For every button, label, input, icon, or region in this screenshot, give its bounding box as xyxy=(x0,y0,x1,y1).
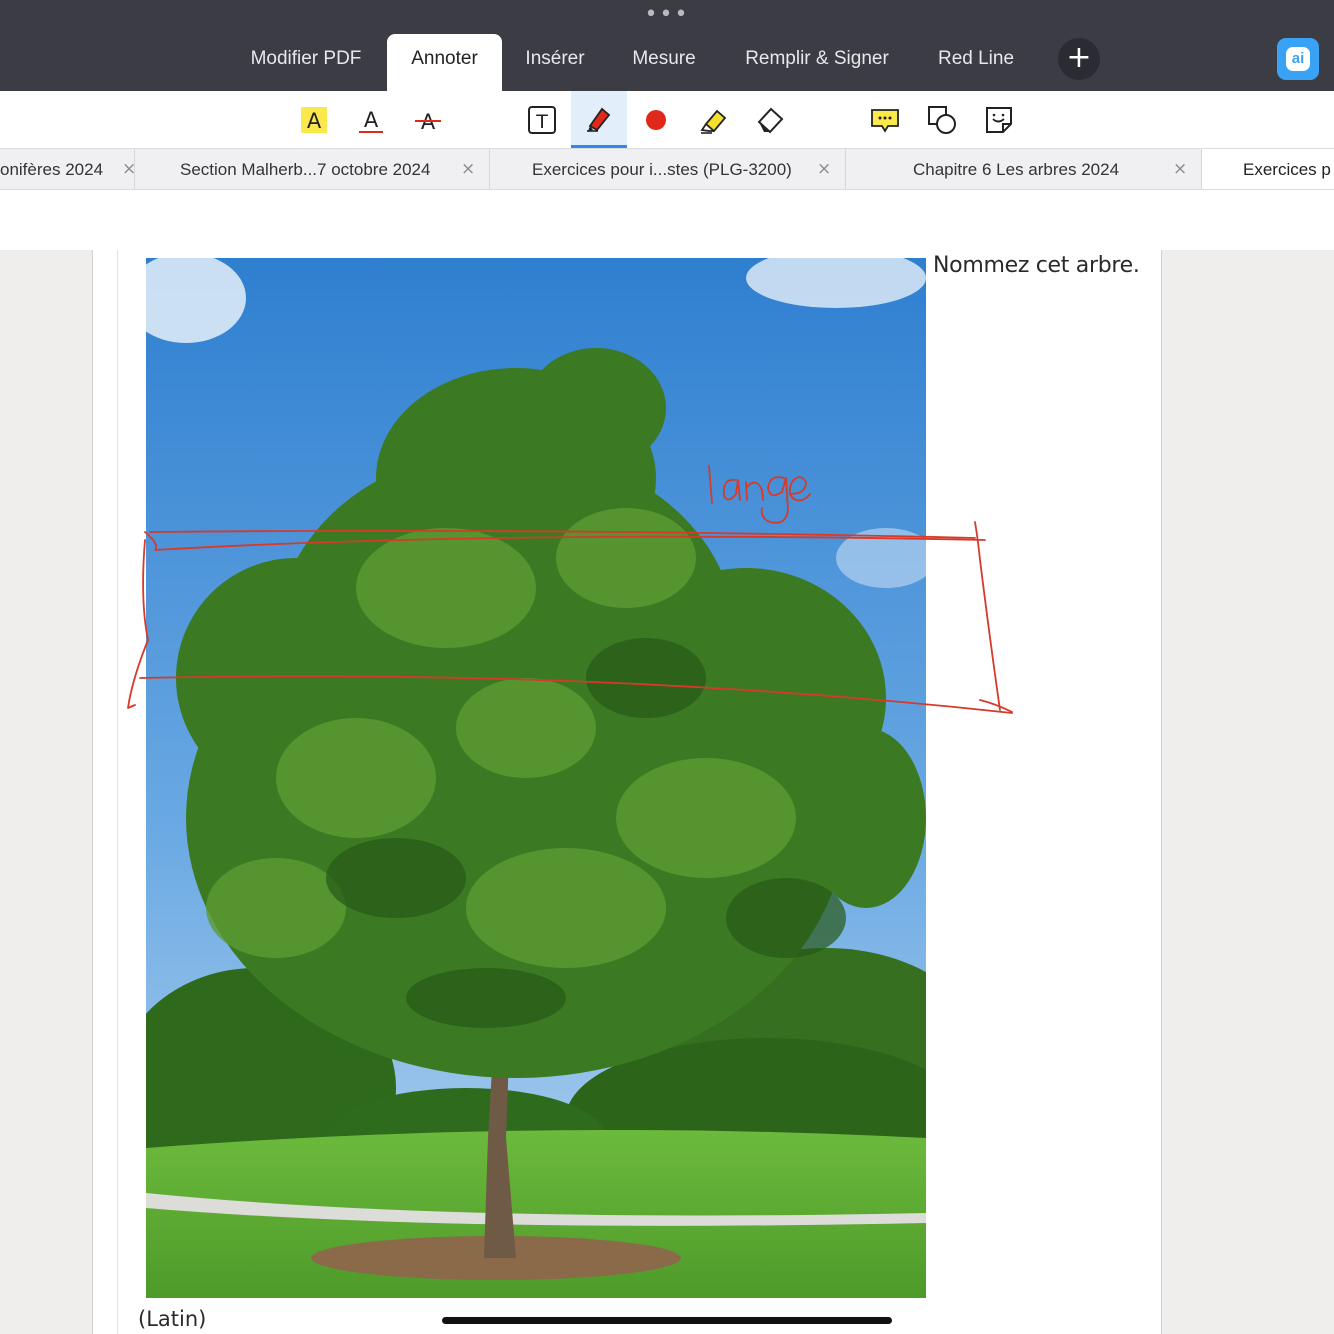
pen-color-picker[interactable] xyxy=(628,91,684,148)
strikethrough-text-icon: A xyxy=(415,110,441,134)
svg-text:A: A xyxy=(307,109,322,133)
text-box-tool[interactable]: T xyxy=(514,91,570,148)
doc-tab-label: Exercices pour i...stes (PLG-3200) xyxy=(532,160,792,179)
document-tabs: onifères 2024 × Section Malherb...7 octo… xyxy=(0,148,1334,190)
highlighter-icon xyxy=(700,109,727,134)
tree-image xyxy=(146,258,926,1298)
ai-icon: ai xyxy=(1286,47,1310,71)
highlight-text-tool[interactable]: A xyxy=(286,91,342,148)
shapes-icon xyxy=(928,105,956,134)
tab-annoter[interactable]: Annoter xyxy=(387,34,502,91)
more-dots-icon[interactable]: ••• xyxy=(0,4,1334,26)
comment-icon xyxy=(871,108,899,133)
tab-red-line[interactable]: Red Line xyxy=(920,34,1032,91)
eraser-icon xyxy=(757,107,784,133)
caption-latin: (Latin) xyxy=(138,1307,207,1331)
top-menu-bar: ••• Modifier PDF Annoter Insérer Mesure … xyxy=(0,0,1334,91)
doc-tab-label: onifères 2024 xyxy=(0,160,104,179)
tab-modifier-pdf[interactable]: Modifier PDF xyxy=(226,34,386,91)
doc-tab-active[interactable]: Exercices p xyxy=(1202,149,1334,189)
shapes-tool[interactable] xyxy=(914,91,970,148)
highlighter-tool[interactable] xyxy=(686,91,742,148)
close-icon[interactable]: × xyxy=(1173,149,1187,189)
pen-tool[interactable] xyxy=(571,91,627,148)
doc-tab[interactable]: Exercices pour i...stes (PLG-3200) × xyxy=(490,149,846,189)
close-icon[interactable]: × xyxy=(817,149,831,189)
doc-tab[interactable]: Chapitre 6 Les arbres 2024 × xyxy=(846,149,1202,189)
tab-inserer[interactable]: Insérer xyxy=(505,34,605,91)
page-margin-line xyxy=(117,250,118,1334)
doc-tab[interactable]: Section Malherb...7 octobre 2024 × xyxy=(135,149,490,189)
close-icon[interactable]: × xyxy=(461,149,475,189)
sticky-note-tool[interactable] xyxy=(971,91,1027,148)
tab-remplir-signer[interactable]: Remplir & Signer xyxy=(722,34,912,91)
sticky-note-icon xyxy=(986,106,1012,133)
ai-assistant-button[interactable]: ai xyxy=(1277,38,1319,80)
doc-tab-label: Exercices p xyxy=(1243,160,1331,179)
doc-tab-label: Chapitre 6 Les arbres 2024 xyxy=(913,160,1120,179)
doc-tab-label: Section Malherb...7 octobre 2024 xyxy=(180,160,431,179)
question-text: Nommez cet arbre. xyxy=(933,253,1140,278)
highlight-text-icon: A xyxy=(301,106,327,133)
home-indicator[interactable] xyxy=(442,1317,892,1324)
tab-mesure[interactable]: Mesure xyxy=(612,34,716,91)
svg-text:T: T xyxy=(535,111,548,133)
strikethrough-text-tool[interactable]: A xyxy=(400,91,456,148)
tree-photo xyxy=(146,258,926,1298)
eraser-tool[interactable] xyxy=(743,91,799,148)
comment-tool[interactable] xyxy=(857,91,913,148)
add-tool-button[interactable]: + xyxy=(1058,38,1100,80)
color-swatch-icon xyxy=(646,109,666,130)
pen-icon xyxy=(587,107,611,132)
text-box-icon: T xyxy=(528,105,556,134)
svg-text:A: A xyxy=(364,108,379,132)
underline-text-icon: A xyxy=(359,108,383,133)
underline-text-tool[interactable]: A xyxy=(343,91,399,148)
doc-tab[interactable]: onifères 2024 × xyxy=(0,149,136,189)
annotation-toolbar: A A A T xyxy=(0,91,1334,148)
